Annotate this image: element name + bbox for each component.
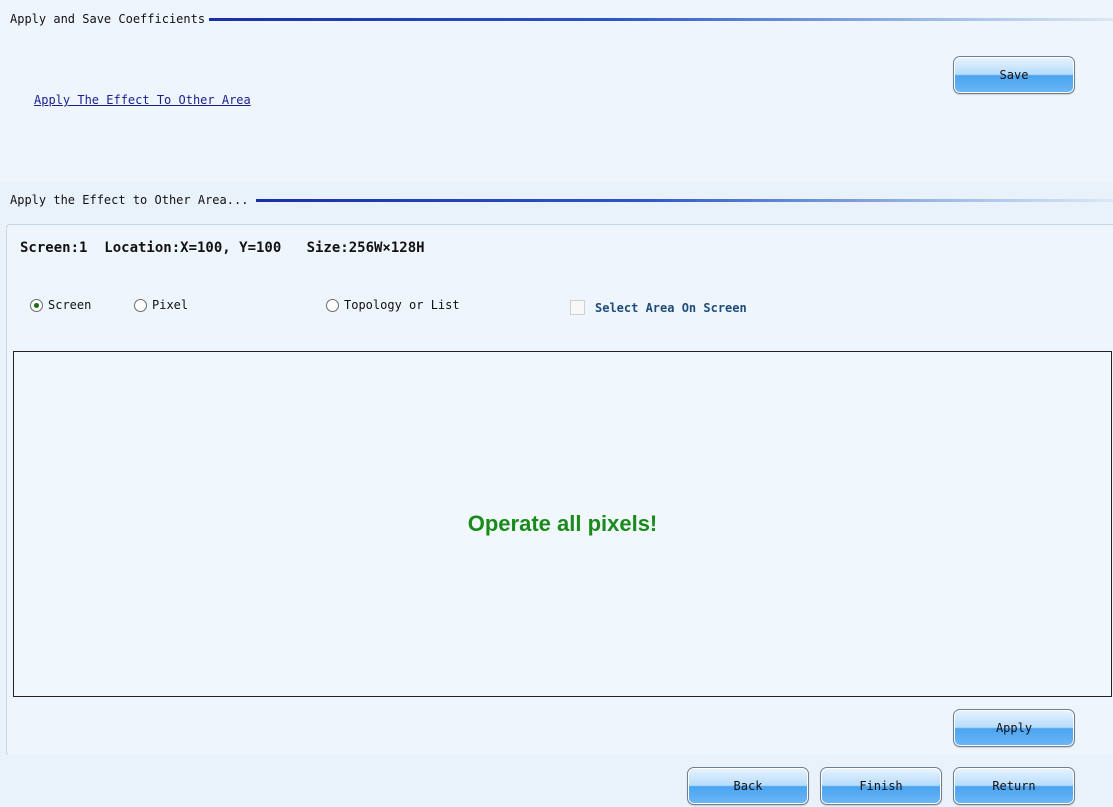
area-section-header: Apply the Effect to Other Area... xyxy=(10,193,1113,207)
canvas-message: Operate all pixels! xyxy=(467,511,658,536)
section-rule xyxy=(256,198,1113,202)
coefficients-section-title: Apply and Save Coefficients xyxy=(10,12,206,26)
radio-unselected-icon xyxy=(326,298,339,312)
checkbox-icon[interactable] xyxy=(570,300,585,315)
footer-bar xyxy=(0,755,1113,807)
screen-info: Screen:1 Location:X=100, Y=100 Size:256W… xyxy=(20,240,425,256)
radio-pixel[interactable]: Pixel xyxy=(134,298,188,312)
radio-topology[interactable]: Topology or List xyxy=(326,298,460,312)
coefficients-panel xyxy=(0,0,1113,182)
back-button[interactable]: Back xyxy=(687,767,809,805)
apply-effect-link[interactable]: Apply The Effect To Other Area xyxy=(34,93,251,107)
radio-screen[interactable]: Screen xyxy=(30,298,91,312)
radio-unselected-icon xyxy=(134,298,147,312)
area-preview-canvas[interactable]: Operate all pixels! xyxy=(13,351,1112,697)
radio-selected-icon xyxy=(30,298,43,312)
radio-screen-label: Screen xyxy=(48,298,92,312)
select-area-label: Select Area On Screen xyxy=(595,300,747,315)
return-button[interactable]: Return xyxy=(953,767,1075,805)
radio-pixel-label: Pixel xyxy=(152,298,189,312)
finish-button[interactable]: Finish xyxy=(820,767,942,805)
section-rule xyxy=(209,17,1113,21)
apply-button[interactable]: Apply xyxy=(953,709,1075,747)
radio-topology-label: Topology or List xyxy=(344,298,460,312)
save-button[interactable]: Save xyxy=(953,56,1075,94)
area-section-title: Apply the Effect to Other Area... xyxy=(10,193,249,207)
coefficients-section-header: Apply and Save Coefficients xyxy=(10,12,1113,26)
select-area-checkbox[interactable]: Select Area On Screen xyxy=(570,300,747,315)
